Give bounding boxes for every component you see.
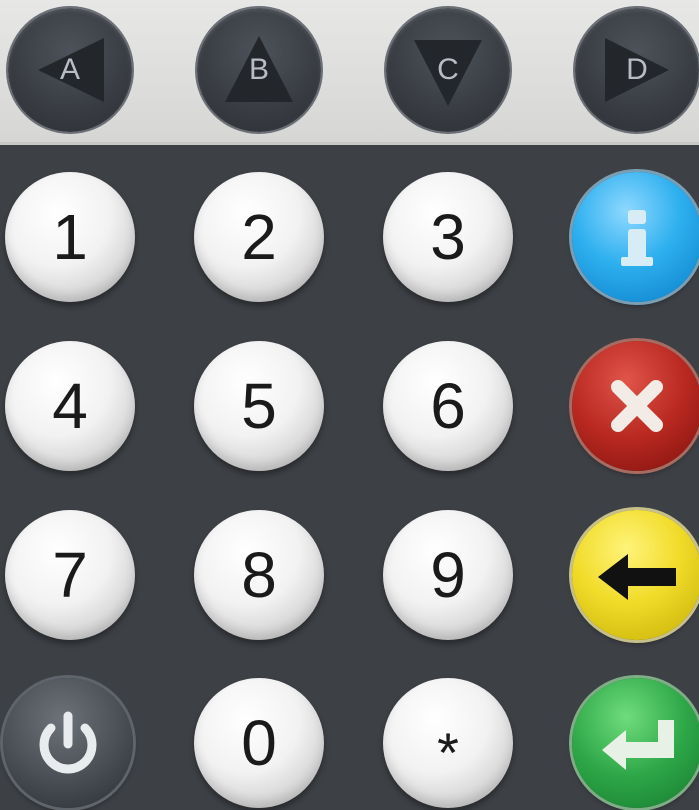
digit-key-8[interactable]: 8 (194, 510, 324, 640)
function-key-d-label: D (626, 53, 648, 86)
digit-label: 5 (241, 370, 277, 442)
digit-key-2[interactable]: 2 (194, 172, 324, 302)
digit-key-0[interactable]: 0 (194, 678, 324, 808)
digit-key-4[interactable]: 4 (5, 341, 135, 471)
function-key-b[interactable]: B (197, 8, 321, 132)
cancel-x-icon (611, 380, 663, 432)
enter-button[interactable] (572, 678, 699, 808)
star-label: * (437, 721, 459, 784)
digit-key-1[interactable]: 1 (5, 172, 135, 302)
info-icon (621, 210, 653, 266)
digit-label: 9 (430, 539, 466, 611)
cancel-button[interactable] (572, 341, 699, 471)
function-key-a[interactable]: A (8, 8, 132, 132)
digit-label: 8 (241, 539, 277, 611)
digit-label: 1 (52, 201, 88, 273)
function-key-c-label: C (437, 53, 459, 86)
power-icon (39, 711, 97, 774)
digit-label: 2 (241, 201, 277, 273)
digit-key-3[interactable]: 3 (383, 172, 513, 302)
function-key-b-label: B (248, 53, 269, 86)
digit-label: 6 (430, 370, 466, 442)
digit-key-9[interactable]: 9 (383, 510, 513, 640)
backspace-arrow-icon (598, 554, 676, 600)
digit-label: 3 (430, 201, 466, 273)
star-key[interactable]: * (383, 678, 513, 808)
digit-key-7[interactable]: 7 (5, 510, 135, 640)
keypad-panel: A B C D 1 2 3 4 5 6 7 8 9 0 * (0, 0, 699, 810)
digit-label: 4 (52, 370, 88, 442)
digit-key-5[interactable]: 5 (194, 341, 324, 471)
info-button[interactable] (572, 172, 699, 302)
digit-key-6[interactable]: 6 (383, 341, 513, 471)
function-key-a-label: A (59, 53, 80, 86)
backspace-button[interactable] (572, 510, 699, 640)
digit-label: 7 (52, 539, 88, 611)
enter-return-icon (602, 720, 674, 770)
digit-label: 0 (241, 707, 277, 779)
power-button[interactable] (3, 678, 133, 808)
function-key-c[interactable]: C (386, 8, 510, 132)
function-key-d[interactable]: D (575, 8, 699, 132)
